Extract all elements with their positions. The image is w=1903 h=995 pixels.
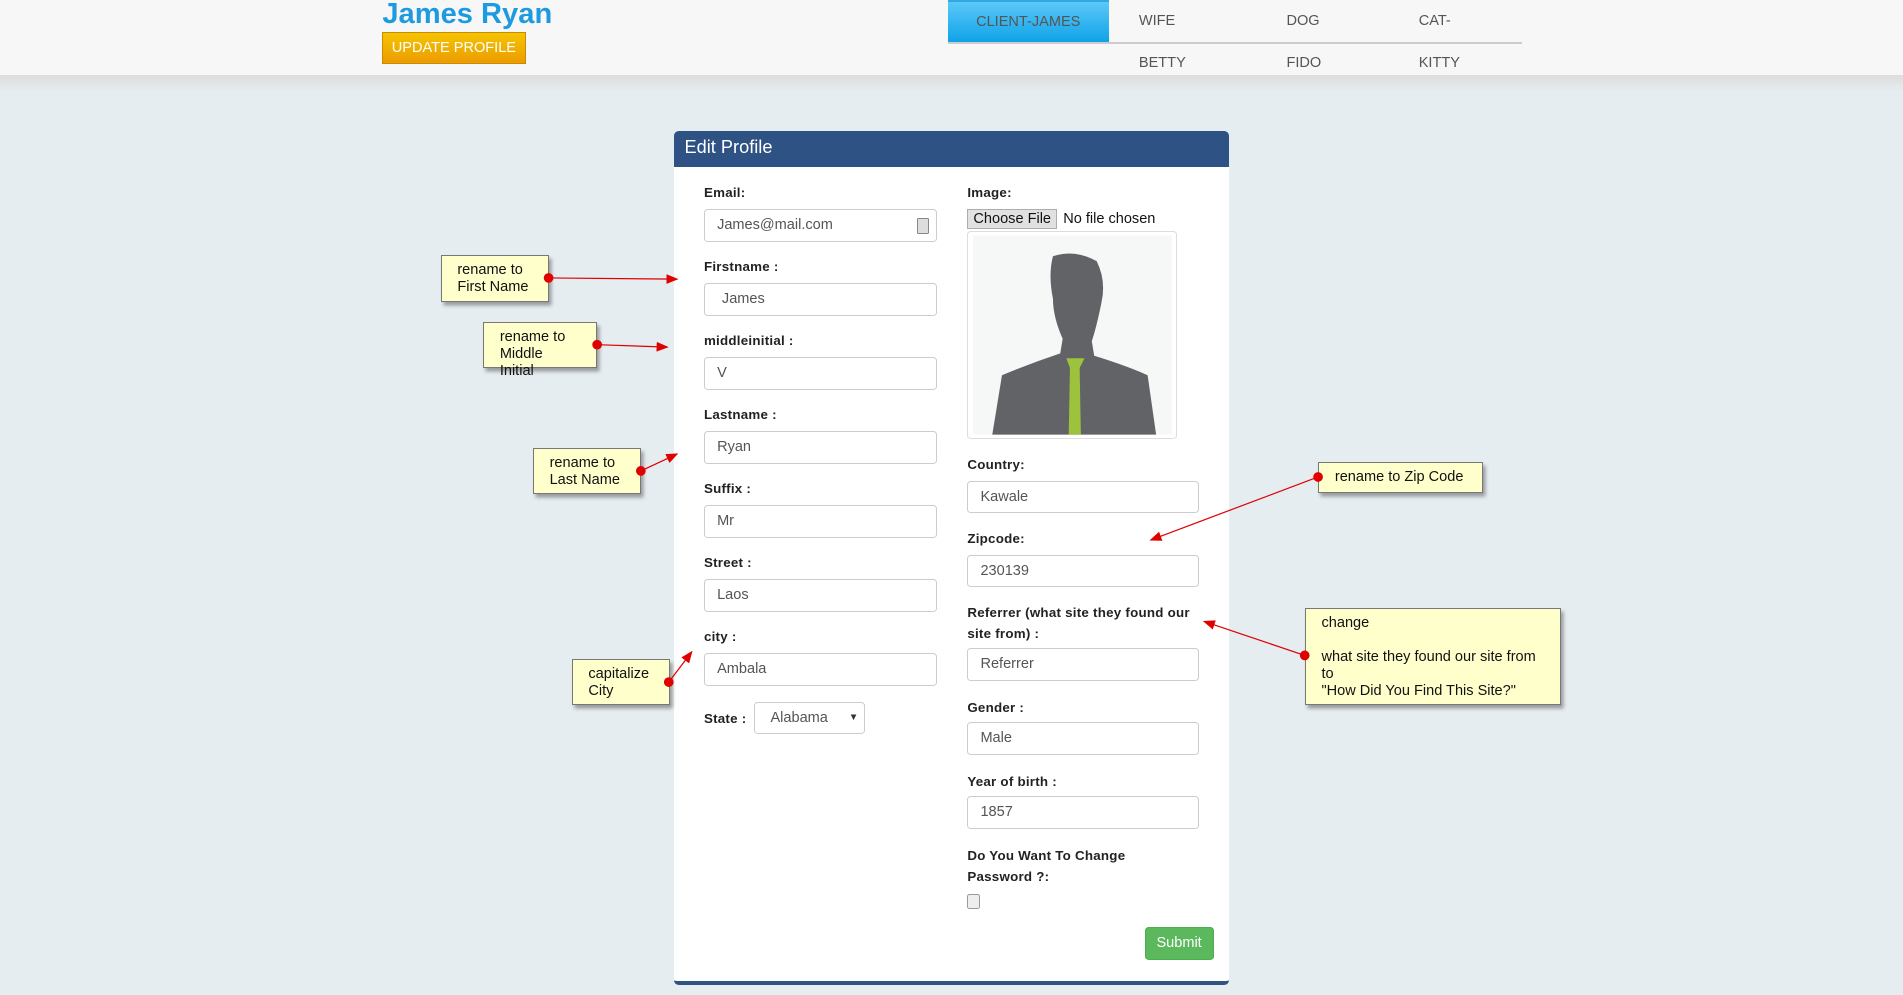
suffix-field[interactable]: Mr: [703, 504, 937, 538]
zipcode-field[interactable]: 230139: [967, 554, 1200, 588]
tab-cat-kitty[interactable]: CAT-KITTY: [1388, 0, 1522, 71]
country-label: Country:: [967, 457, 1025, 473]
file-status: No file chosen: [1063, 211, 1156, 228]
referrer-field[interactable]: Referrer: [967, 648, 1200, 681]
firstname-label: Firstname :: [703, 259, 779, 275]
arrow-icon: [597, 341, 669, 352]
annotation-note: rename to Middle Initial: [483, 321, 598, 379]
client-name: James Ryan: [382, 0, 553, 30]
choose-file-button[interactable]: Choose File: [967, 208, 1058, 230]
annotation-note: rename to First Name: [440, 254, 549, 303]
email-label: Email:: [703, 185, 746, 201]
referrer-label: Referrer (what site they found our site …: [967, 605, 1190, 641]
gender-label: Gender :: [967, 699, 1025, 715]
annotation-note: rename to Last Name: [532, 447, 641, 494]
suffix-label: Suffix :: [703, 481, 752, 497]
street-label: Street :: [703, 555, 752, 571]
state-label: State :: [703, 710, 747, 726]
street-field[interactable]: Laos: [703, 578, 937, 612]
email-value: James@mail.com: [717, 216, 833, 233]
year-of-birth-label: Year of birth :: [967, 773, 1057, 789]
city-label: city :: [703, 629, 737, 645]
email-field[interactable]: James@mail.com: [703, 208, 937, 242]
change-password-checkbox[interactable]: [967, 894, 981, 909]
avatar-silhouette-icon: [973, 235, 1173, 435]
dropdown-arrow-icon: ▼: [848, 711, 859, 723]
gender-field[interactable]: Male: [967, 722, 1200, 755]
annotation-note: capitalize City: [571, 659, 670, 706]
tab-wife-betty[interactable]: WIFE BETTY: [1109, 0, 1257, 71]
profile-image: [967, 230, 1178, 440]
update-profile-button[interactable]: UPDATE PROFILE: [382, 31, 526, 65]
annotation-note: rename to Zip Code: [1318, 462, 1484, 493]
zipcode-label: Zipcode:: [967, 531, 1025, 547]
state-select[interactable]: Alabama ▼: [753, 701, 866, 735]
submit-button[interactable]: Submit: [1144, 927, 1214, 961]
contact-card-icon: [916, 218, 929, 234]
middleinitial-label: middleinitial :: [703, 333, 794, 349]
country-field[interactable]: Kawale: [967, 480, 1200, 514]
firstname-field[interactable]: James: [703, 282, 937, 316]
arrow-icon: [640, 453, 679, 472]
card-title: Edit Profile: [673, 131, 1230, 168]
tab-client-james[interactable]: CLIENT-JAMES: [947, 0, 1109, 43]
header-shadow: [0, 75, 1903, 93]
arrow-icon: [548, 274, 679, 284]
change-password-label: Do You Want To Change Password ?:: [967, 847, 1126, 884]
year-of-birth-field[interactable]: 1857: [967, 796, 1200, 829]
middleinitial-field[interactable]: V: [703, 356, 937, 390]
annotation-note: change what site they found our site fro…: [1304, 608, 1561, 706]
state-value: Alabama: [770, 709, 828, 726]
lastname-field[interactable]: Ryan: [703, 430, 937, 464]
tab-dog-fido[interactable]: DOG FIDO: [1256, 0, 1388, 71]
lastname-label: Lastname :: [703, 407, 777, 423]
image-label: Image:: [967, 185, 1012, 201]
city-field[interactable]: Ambala: [703, 652, 937, 686]
tab-bar: CLIENT-JAMES WIFE BETTY DOG FIDO CAT-KIT…: [947, 0, 1522, 71]
